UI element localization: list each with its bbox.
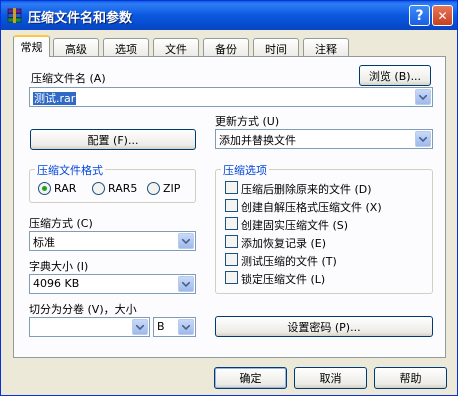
question-icon: ? — [415, 7, 424, 24]
tab-label: 文件 — [165, 43, 187, 56]
radio-zip-label: ZIP — [163, 182, 181, 195]
tab-files[interactable]: 文件 — [153, 38, 199, 56]
tab-options[interactable]: 选项 — [103, 38, 149, 56]
delete-after-archiving-checkbox[interactable] — [225, 181, 238, 194]
add-recovery-record-label: 添加恢复记录 (E) — [241, 237, 327, 250]
tab-label: 时间 — [265, 43, 287, 56]
add-recovery-record-checkbox[interactable] — [225, 235, 238, 248]
ok-button-label: 确定 — [239, 372, 262, 385]
chevron-down-icon[interactable] — [178, 319, 194, 335]
radio-rar5-label: RAR5 — [108, 182, 138, 195]
chevron-down-icon[interactable] — [415, 89, 431, 105]
title-help-button[interactable]: ? — [409, 5, 430, 26]
create-sfx-checkbox[interactable] — [225, 199, 238, 212]
chevron-down-icon[interactable] — [178, 276, 194, 292]
tab-label: 高级 — [65, 43, 87, 56]
window-title: 压缩文件名和参数 — [28, 11, 133, 26]
update-mode-label: 更新方式 (U) — [215, 115, 280, 128]
tab-comment[interactable]: 注释 — [303, 38, 349, 56]
chevron-down-icon[interactable] — [415, 131, 431, 147]
create-sfx-label: 创建自解压格式压缩文件 (X) — [241, 201, 382, 214]
cancel-button-label: 取消 — [319, 372, 342, 385]
tab-backup[interactable]: 备份 — [203, 38, 249, 56]
split-volume-unit-value: B — [157, 320, 165, 333]
browse-button-label: 浏览 (B)... — [368, 69, 422, 83]
title-bar[interactable]: 压缩文件名和参数 ? ✕ — [1, 1, 457, 30]
archive-name-combo[interactable]: 测试.rar — [29, 87, 433, 107]
archive-format-title: 压缩文件格式 — [35, 162, 105, 178]
archiving-options-title: 压缩选项 — [221, 162, 269, 178]
split-volume-unit-select[interactable]: B — [153, 317, 196, 337]
cancel-button[interactable]: 取消 — [294, 367, 367, 389]
compression-method-label: 压缩方式 (C) — [29, 217, 93, 230]
lock-archive-checkbox[interactable] — [225, 271, 238, 284]
create-solid-checkbox[interactable] — [225, 217, 238, 230]
browse-button[interactable]: 浏览 (B)... — [359, 65, 431, 86]
chevron-down-icon[interactable] — [132, 319, 148, 335]
tab-label: 备份 — [215, 43, 237, 56]
split-volumes-label: 切分为分卷 (V)，大小 — [29, 303, 137, 316]
archive-name-value: 测试.rar — [33, 92, 77, 105]
set-password-button[interactable]: 设置密码 (P)... — [215, 316, 433, 337]
general-tab-panel: 压缩文件名 (A) 浏览 (B)... 测试.rar 更新方式 (U) 添加并替… — [13, 56, 446, 358]
title-close-button[interactable]: ✕ — [432, 5, 453, 26]
radio-rar5[interactable] — [92, 182, 105, 195]
update-mode-select[interactable]: 添加并替换文件 — [215, 129, 433, 149]
profiles-button-label: 配置 (F)... — [87, 133, 139, 147]
archive-name-label: 压缩文件名 (A) — [31, 72, 106, 85]
set-password-button-label: 设置密码 (P)... — [287, 320, 361, 334]
tab-time[interactable]: 时间 — [253, 38, 299, 56]
compression-method-select[interactable]: 标准 — [29, 231, 196, 251]
close-icon: ✕ — [437, 8, 448, 23]
test-archived-files-checkbox[interactable] — [225, 253, 238, 266]
chevron-down-icon[interactable] — [178, 233, 194, 249]
dictionary-size-label: 字典大小 (I) — [29, 260, 89, 273]
radio-zip[interactable] — [147, 182, 160, 195]
tab-label: 常规 — [20, 41, 43, 54]
dictionary-size-value: 4096 KB — [33, 277, 80, 290]
tab-label: 注释 — [315, 43, 337, 56]
update-mode-value: 添加并替换文件 — [219, 134, 296, 147]
tab-general[interactable]: 常规 — [13, 35, 50, 57]
winrar-books-icon — [7, 8, 22, 23]
help-button-label: 帮助 — [399, 372, 422, 385]
compression-method-value: 标准 — [33, 236, 55, 249]
dictionary-size-select[interactable]: 4096 KB — [29, 274, 196, 294]
tab-advanced[interactable]: 高级 — [53, 38, 99, 56]
test-archived-files-label: 测试压缩的文件 (T) — [241, 255, 337, 268]
create-solid-label: 创建固实压缩文件 (S) — [241, 219, 349, 232]
profiles-button[interactable]: 配置 (F)... — [30, 129, 196, 150]
dialog-window: 压缩文件名和参数 ? ✕ 常规 高级 选项 文件 备份 时间 注释 压缩文件名 … — [0, 0, 458, 396]
tab-label: 选项 — [115, 43, 137, 56]
radio-rar[interactable] — [38, 182, 51, 195]
radio-rar-label: RAR — [54, 182, 77, 195]
help-button[interactable]: 帮助 — [374, 367, 447, 389]
delete-after-archiving-label: 压缩后删除原来的文件 (D) — [241, 183, 372, 196]
ok-button[interactable]: 确定 — [214, 367, 287, 389]
split-volume-size-combo[interactable] — [29, 317, 150, 337]
lock-archive-label: 锁定压缩文件 (L) — [241, 273, 326, 286]
